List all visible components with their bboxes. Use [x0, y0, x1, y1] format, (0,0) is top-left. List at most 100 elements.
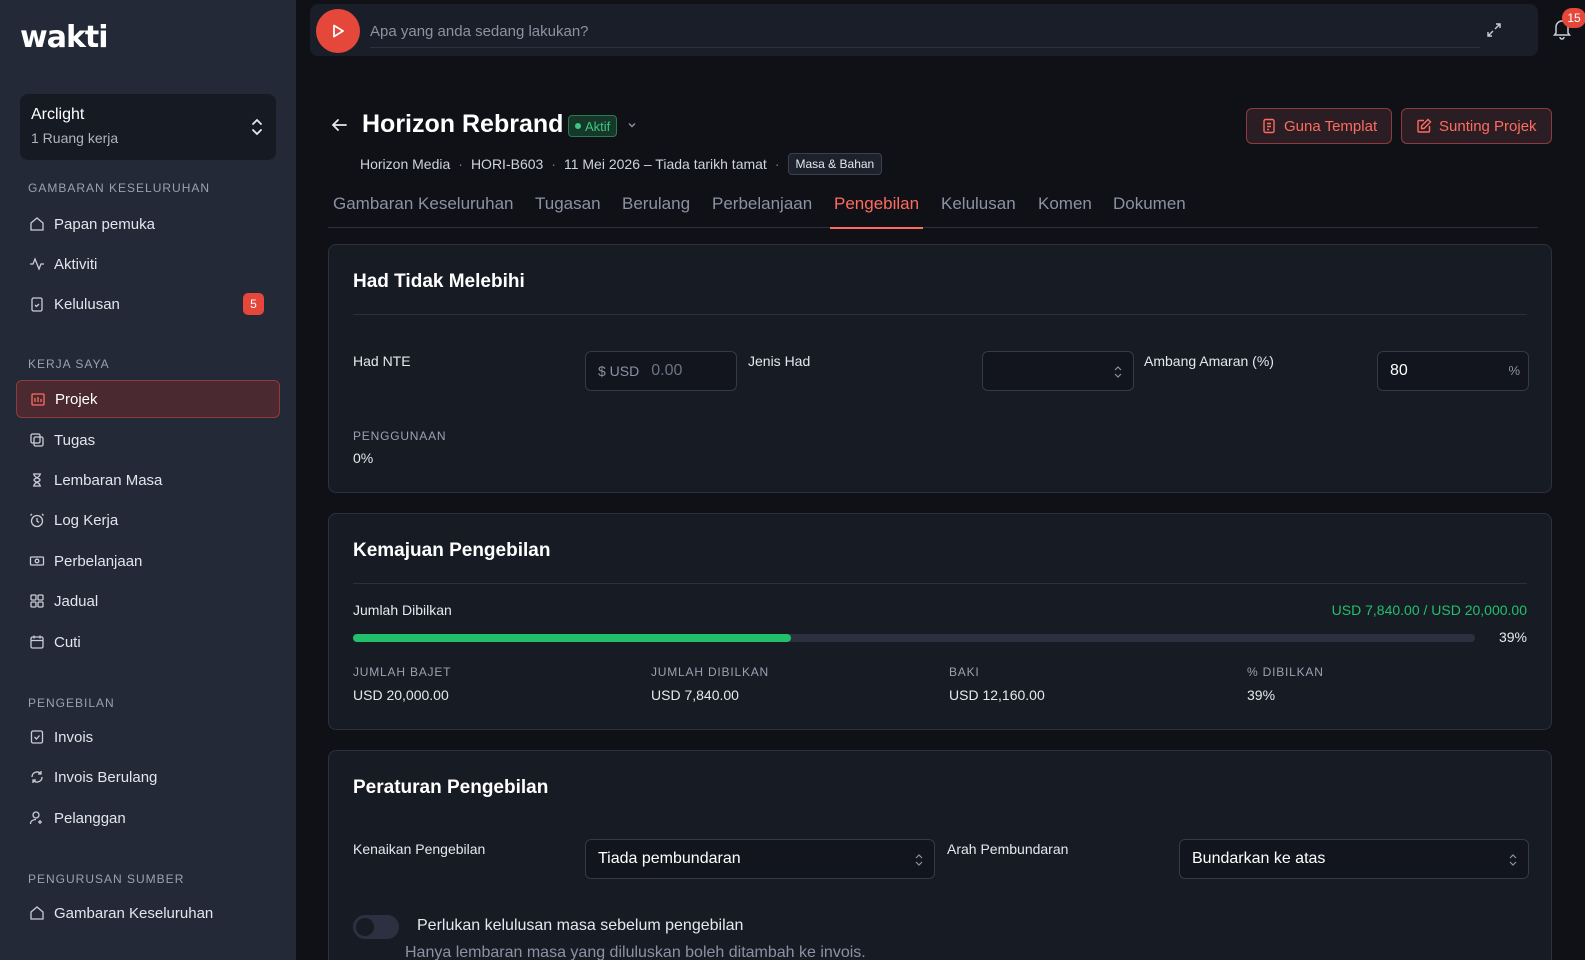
usage-value: 0%: [353, 450, 374, 466]
warning-threshold-input[interactable]: 80 %: [1377, 351, 1529, 391]
chevron-up-down-icon: [915, 854, 923, 866]
warning-threshold-label: Ambang Amaran (%): [1144, 353, 1274, 369]
nte-amount-placeholder: 0.00: [651, 362, 683, 379]
tab-overview[interactable]: Gambaran Keseluruhan: [333, 188, 514, 228]
invoice-icon: [30, 730, 44, 744]
stat-percent-value: 39%: [1247, 687, 1276, 703]
sidebar-item-leave[interactable]: Cuti: [16, 623, 280, 661]
nte-limit-input[interactable]: $ USD 0.00: [585, 351, 737, 391]
page-title: Horizon Rebrand: [362, 110, 564, 138]
sidebar-item-clients[interactable]: Pelanggan: [16, 799, 280, 837]
edit-project-label: Sunting Projek: [1439, 117, 1537, 135]
start-timer-button[interactable]: [316, 9, 360, 53]
currency-prefix: $ USD: [598, 363, 640, 379]
home-icon: [30, 906, 44, 920]
app-logo[interactable]: wakti: [20, 20, 109, 55]
edit-icon: [1417, 118, 1432, 133]
billing-progress-title: Kemajuan Pengebilan: [353, 540, 551, 561]
stat-budget-value: USD 20,000.00: [353, 687, 449, 703]
nte-card-title: Had Tidak Melebihi: [353, 271, 525, 292]
percent-suffix: %: [1508, 363, 1520, 378]
activity-input[interactable]: [370, 16, 1480, 48]
use-template-button[interactable]: Guna Templat: [1246, 108, 1393, 144]
require-approval-label: Perlukan kelulusan masa sebelum pengebil…: [417, 917, 744, 934]
client-name[interactable]: Horizon Media: [360, 156, 450, 172]
sidebar-item-label: Log Kerja: [54, 511, 119, 529]
project-code: HORI-B603: [470, 156, 544, 172]
sidebar-item-timesheets[interactable]: Lembaran Masa: [16, 461, 280, 499]
sidebar-item-approvals[interactable]: Kelulusan 5: [16, 285, 280, 323]
sidebar-item-label: Perbelanjaan: [54, 552, 143, 570]
sidebar-item-label: Cuti: [54, 633, 81, 651]
tab-billing[interactable]: Pengebilan: [829, 188, 924, 229]
project-meta: Horizon Media · HORI-B603 · 11 Mei 2026 …: [360, 152, 883, 176]
chevron-down-icon[interactable]: [626, 119, 638, 131]
back-arrow-icon[interactable]: [330, 116, 348, 134]
sidebar-item-work-log[interactable]: Log Kerja: [16, 501, 280, 539]
stat-billed-value: USD 7,840.00: [651, 687, 739, 703]
sidebar-item-label: Pelanggan: [54, 809, 126, 827]
card-divider: [353, 314, 1527, 315]
rounding-direction-label: Arah Pembundaran: [947, 841, 1069, 857]
stat-balance-label: BAKI: [949, 665, 980, 679]
workspace-switcher[interactable]: Arclight 1 Ruang kerja: [20, 94, 276, 160]
sidebar: wakti Arclight 1 Ruang kerja GAMBARAN KE…: [0, 0, 296, 960]
edit-project-button[interactable]: Sunting Projek: [1401, 108, 1552, 144]
activity-icon: [30, 257, 44, 271]
stat-budget-label: JUMLAH BAJET: [353, 665, 452, 679]
timer-bar: [310, 4, 1538, 56]
nav-section-my-work: KERJA SAYA: [28, 357, 110, 371]
stat-balance-value: USD 12,160.00: [949, 687, 1045, 703]
require-approval-help: Hanya lembaran masa yang diluluskan bole…: [405, 944, 866, 960]
tab-approvals[interactable]: Kelulusan: [941, 188, 1016, 228]
play-icon: [333, 24, 344, 38]
toggle-knob: [356, 918, 374, 936]
require-approval-toggle[interactable]: [353, 915, 399, 939]
sidebar-item-tasks[interactable]: Tugas: [16, 421, 280, 459]
tab-recurring[interactable]: Berulang: [622, 188, 690, 228]
nav-section-billing: PENGEBILAN: [28, 696, 115, 710]
notification-count-badge: 15: [1562, 8, 1585, 28]
tasks-icon: [30, 433, 44, 447]
status-badge[interactable]: Aktif: [568, 115, 618, 137]
billing-progress-bar: [353, 634, 1475, 642]
project-tabs: Gambaran Keseluruhan Tugasan Berulang Pe…: [328, 188, 1538, 229]
expand-icon[interactable]: [1486, 22, 1502, 38]
sidebar-item-recurring-invoices[interactable]: Invois Berulang: [16, 758, 280, 796]
limit-type-label: Jenis Had: [748, 353, 811, 369]
chevron-up-down-icon: [1509, 854, 1517, 866]
tab-tasks[interactable]: Tugasan: [535, 188, 601, 228]
sidebar-item-dashboard[interactable]: Papan pemuka: [16, 205, 280, 243]
tab-documents[interactable]: Dokumen: [1113, 188, 1186, 228]
sidebar-item-resource-overview[interactable]: Gambaran Keseluruhan: [16, 894, 280, 932]
rounding-direction-value: Bundarkan ke atas: [1192, 850, 1326, 867]
workspace-subtitle: 1 Ruang kerja: [31, 130, 119, 146]
rounding-direction-select[interactable]: Bundarkan ke atas: [1179, 839, 1529, 879]
chevron-up-down-icon: [1114, 366, 1122, 378]
limit-type-select[interactable]: [982, 351, 1134, 391]
nte-limit-label: Had NTE: [353, 353, 411, 369]
sidebar-item-label: Jadual: [54, 592, 99, 610]
sidebar-item-expenses[interactable]: Perbelanjaan: [16, 542, 280, 580]
usage-label: PENGGUNAAN: [353, 429, 447, 443]
status-label: Aktif: [585, 118, 611, 134]
billing-increment-select[interactable]: Tiada pembundaran: [585, 839, 935, 879]
billing-type-tag: Masa & Bahan: [787, 153, 883, 175]
stat-percent-label: % DIBILKAN: [1247, 665, 1324, 679]
warning-threshold-value: 80: [1390, 362, 1408, 379]
tab-expenses[interactable]: Perbelanjaan: [712, 188, 812, 228]
tab-comments[interactable]: Komen: [1038, 188, 1092, 228]
sidebar-item-projects[interactable]: Projek: [16, 380, 280, 418]
calendar-icon: [30, 635, 44, 649]
clock-icon: [30, 513, 44, 528]
stat-billed-label: JUMLAH DIBILKAN: [651, 665, 770, 679]
sidebar-item-schedule[interactable]: Jadual: [16, 582, 280, 620]
nav-section-resource-management: PENGURUSAN SUMBER: [28, 872, 185, 886]
nte-card: Had Tidak Melebihi Had NTE $ USD 0.00 Je…: [328, 244, 1552, 493]
sidebar-item-label: Aktiviti: [54, 255, 98, 273]
sidebar-item-invoices[interactable]: Invois: [16, 718, 280, 756]
status-dot-icon: [575, 123, 581, 129]
project-icon: [31, 393, 45, 406]
sidebar-item-activity[interactable]: Aktiviti: [16, 245, 280, 283]
hourglass-icon: [33, 473, 41, 487]
